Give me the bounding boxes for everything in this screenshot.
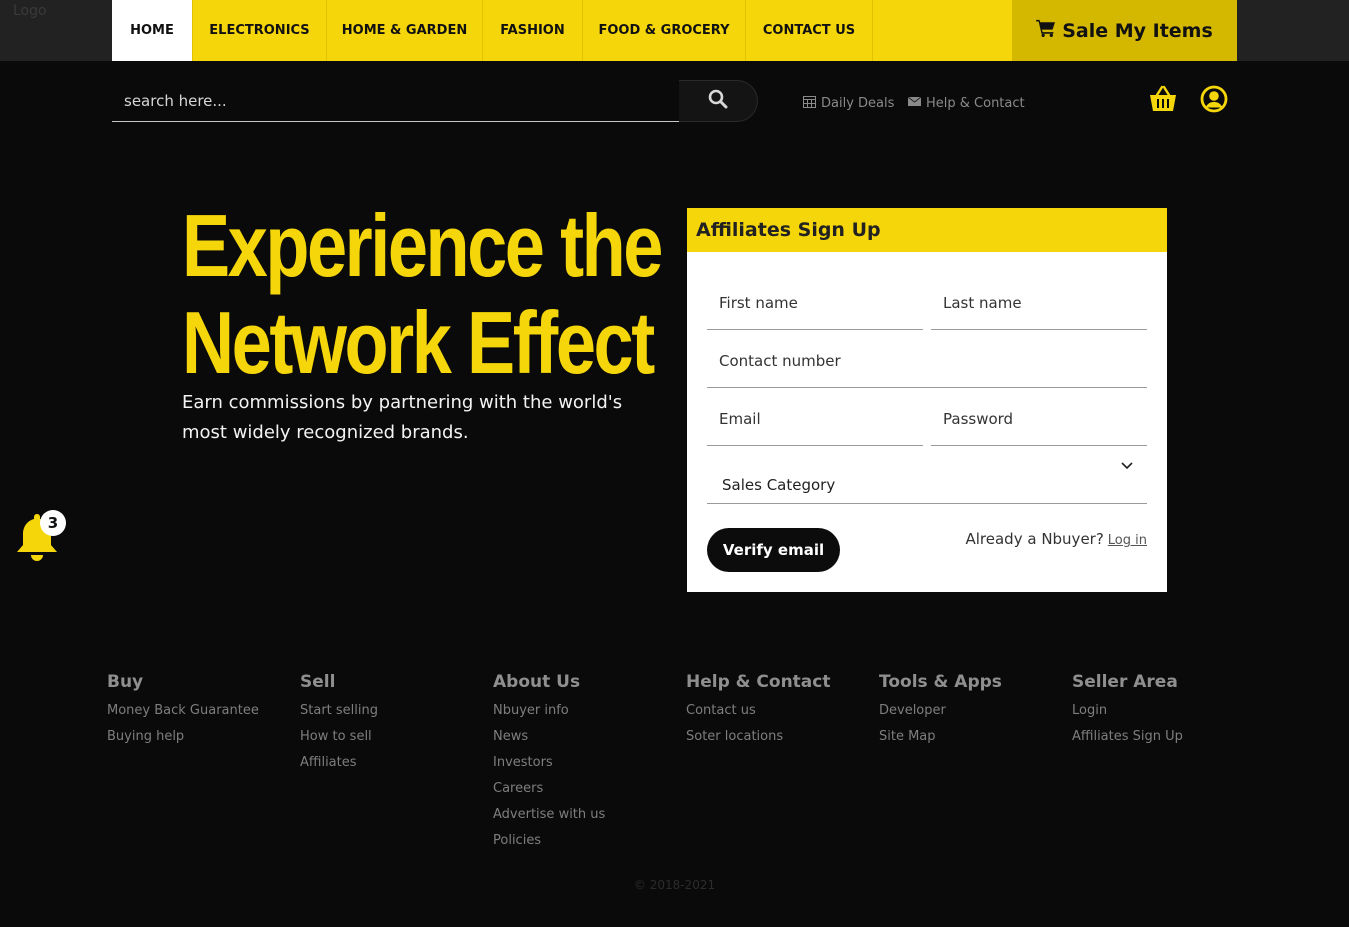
calendar-icon xyxy=(803,95,816,112)
nav-home[interactable]: HOME xyxy=(112,0,193,61)
login-prompt: Already a Nbuyer? Log in xyxy=(966,530,1148,548)
already-member-text: Already a Nbuyer? xyxy=(965,530,1104,548)
search-button[interactable] xyxy=(679,80,758,122)
footer-col-about: About Us Nbuyer info News Investors Care… xyxy=(493,672,683,854)
nav-home-garden[interactable]: HOME & GARDEN xyxy=(327,0,483,61)
footer-heading-sell: Sell xyxy=(300,672,336,692)
footer-link[interactable]: Site Map xyxy=(879,724,1069,750)
sales-category-value: Sales Category xyxy=(722,476,836,494)
logo[interactable]: Logo xyxy=(13,3,47,19)
footer-link[interactable]: Policies xyxy=(493,828,683,854)
footer-link[interactable]: Soter locations xyxy=(686,724,876,750)
hero-title-line-1: Experience the xyxy=(182,196,663,295)
footer-link[interactable]: Login xyxy=(1072,698,1262,724)
last-name-field xyxy=(931,294,1147,330)
nav-food-grocery[interactable]: FOOD & GROCERY xyxy=(583,0,746,61)
footer-col-sell: Sell Start selling How to sell Affiliate… xyxy=(300,672,490,776)
chevron-down-icon xyxy=(1121,462,1133,494)
basket-icon[interactable] xyxy=(1148,85,1178,117)
footer-link[interactable]: Careers xyxy=(493,776,683,802)
contact-number-field xyxy=(707,352,1147,388)
footer-col-tools: Tools & Apps Developer Site Map xyxy=(879,672,1069,750)
footer-col-help: Help & Contact Contact us Soter location… xyxy=(686,672,876,750)
search-bar xyxy=(112,80,758,122)
footer-col-buy: Buy Money Back Guarantee Buying help xyxy=(107,672,297,750)
hero-title: Experience the Network Effect xyxy=(182,196,663,392)
help-contact-label: Help & Contact xyxy=(926,96,1025,111)
notification-count-badge: 3 xyxy=(40,510,66,536)
footer-link[interactable]: News xyxy=(493,724,683,750)
footer-link[interactable]: Money Back Guarantee xyxy=(107,698,297,724)
sales-category-select[interactable]: Sales Category xyxy=(707,458,1147,504)
contact-number-input[interactable] xyxy=(719,352,1147,370)
last-name-input[interactable] xyxy=(943,294,1147,312)
nav-contact-us[interactable]: CONTACT US xyxy=(746,0,873,61)
daily-deals-label: Daily Deals xyxy=(821,96,895,111)
daily-deals-link[interactable]: Daily Deals xyxy=(803,95,894,112)
first-name-input[interactable] xyxy=(719,294,923,312)
footer-link[interactable]: Investors xyxy=(493,750,683,776)
sale-my-items-label: Sale My Items xyxy=(1062,19,1213,42)
sale-my-items-button[interactable]: Sale My Items xyxy=(1012,0,1237,61)
footer-link[interactable]: Developer xyxy=(879,698,1069,724)
footer-heading-seller: Seller Area xyxy=(1072,672,1178,692)
footer-heading-help: Help & Contact xyxy=(686,672,831,692)
bell-icon xyxy=(12,514,64,570)
email-input[interactable] xyxy=(719,410,923,428)
password-input[interactable] xyxy=(943,410,1147,428)
footer-link[interactable]: Nbuyer info xyxy=(493,698,683,724)
cart-icon xyxy=(1036,19,1056,42)
footer-link[interactable]: Advertise with us xyxy=(493,802,683,828)
help-contact-link[interactable]: Help & Contact xyxy=(907,95,1025,112)
hero-subtitle: Earn commissions by partnering with the … xyxy=(182,392,623,443)
email-field xyxy=(707,410,923,446)
footer-heading-about: About Us xyxy=(493,672,581,692)
footer-link[interactable]: Start selling xyxy=(300,698,490,724)
verify-email-button[interactable]: Verify email xyxy=(707,528,840,572)
footer-heading-buy: Buy xyxy=(107,672,144,692)
footer-link[interactable]: Affiliates xyxy=(300,750,490,776)
hero-title-line-2: Network Effect xyxy=(182,293,655,392)
main-nav: HOME ELECTRONICS HOME & GARDEN FASHION F… xyxy=(112,0,1012,61)
search-icon xyxy=(708,89,728,113)
nav-fashion[interactable]: FASHION xyxy=(483,0,583,61)
footer-heading-tools: Tools & Apps xyxy=(879,672,1002,692)
search-input[interactable] xyxy=(112,80,679,122)
footer-col-seller: Seller Area Login Affiliates Sign Up xyxy=(1072,672,1262,750)
top-bar: Logo HOME ELECTRONICS HOME & GARDEN FASH… xyxy=(0,0,1349,61)
footer-link[interactable]: How to sell xyxy=(300,724,490,750)
user-account-icon[interactable] xyxy=(1200,85,1228,117)
footer-link[interactable]: Affiliates Sign Up xyxy=(1072,724,1262,750)
signup-heading: Affiliates Sign Up xyxy=(687,208,1167,252)
copyright: © 2018-2021 xyxy=(633,878,716,892)
envelope-icon xyxy=(907,95,922,112)
nav-electronics[interactable]: ELECTRONICS xyxy=(193,0,327,61)
password-field xyxy=(931,410,1147,446)
affiliates-signup-card: Affiliates Sign Up Sales Category Verify… xyxy=(687,208,1167,592)
login-link[interactable]: Log in xyxy=(1108,533,1147,548)
first-name-field xyxy=(707,294,923,330)
footer-link[interactable]: Buying help xyxy=(107,724,297,750)
footer-link[interactable]: Contact us xyxy=(686,698,876,724)
